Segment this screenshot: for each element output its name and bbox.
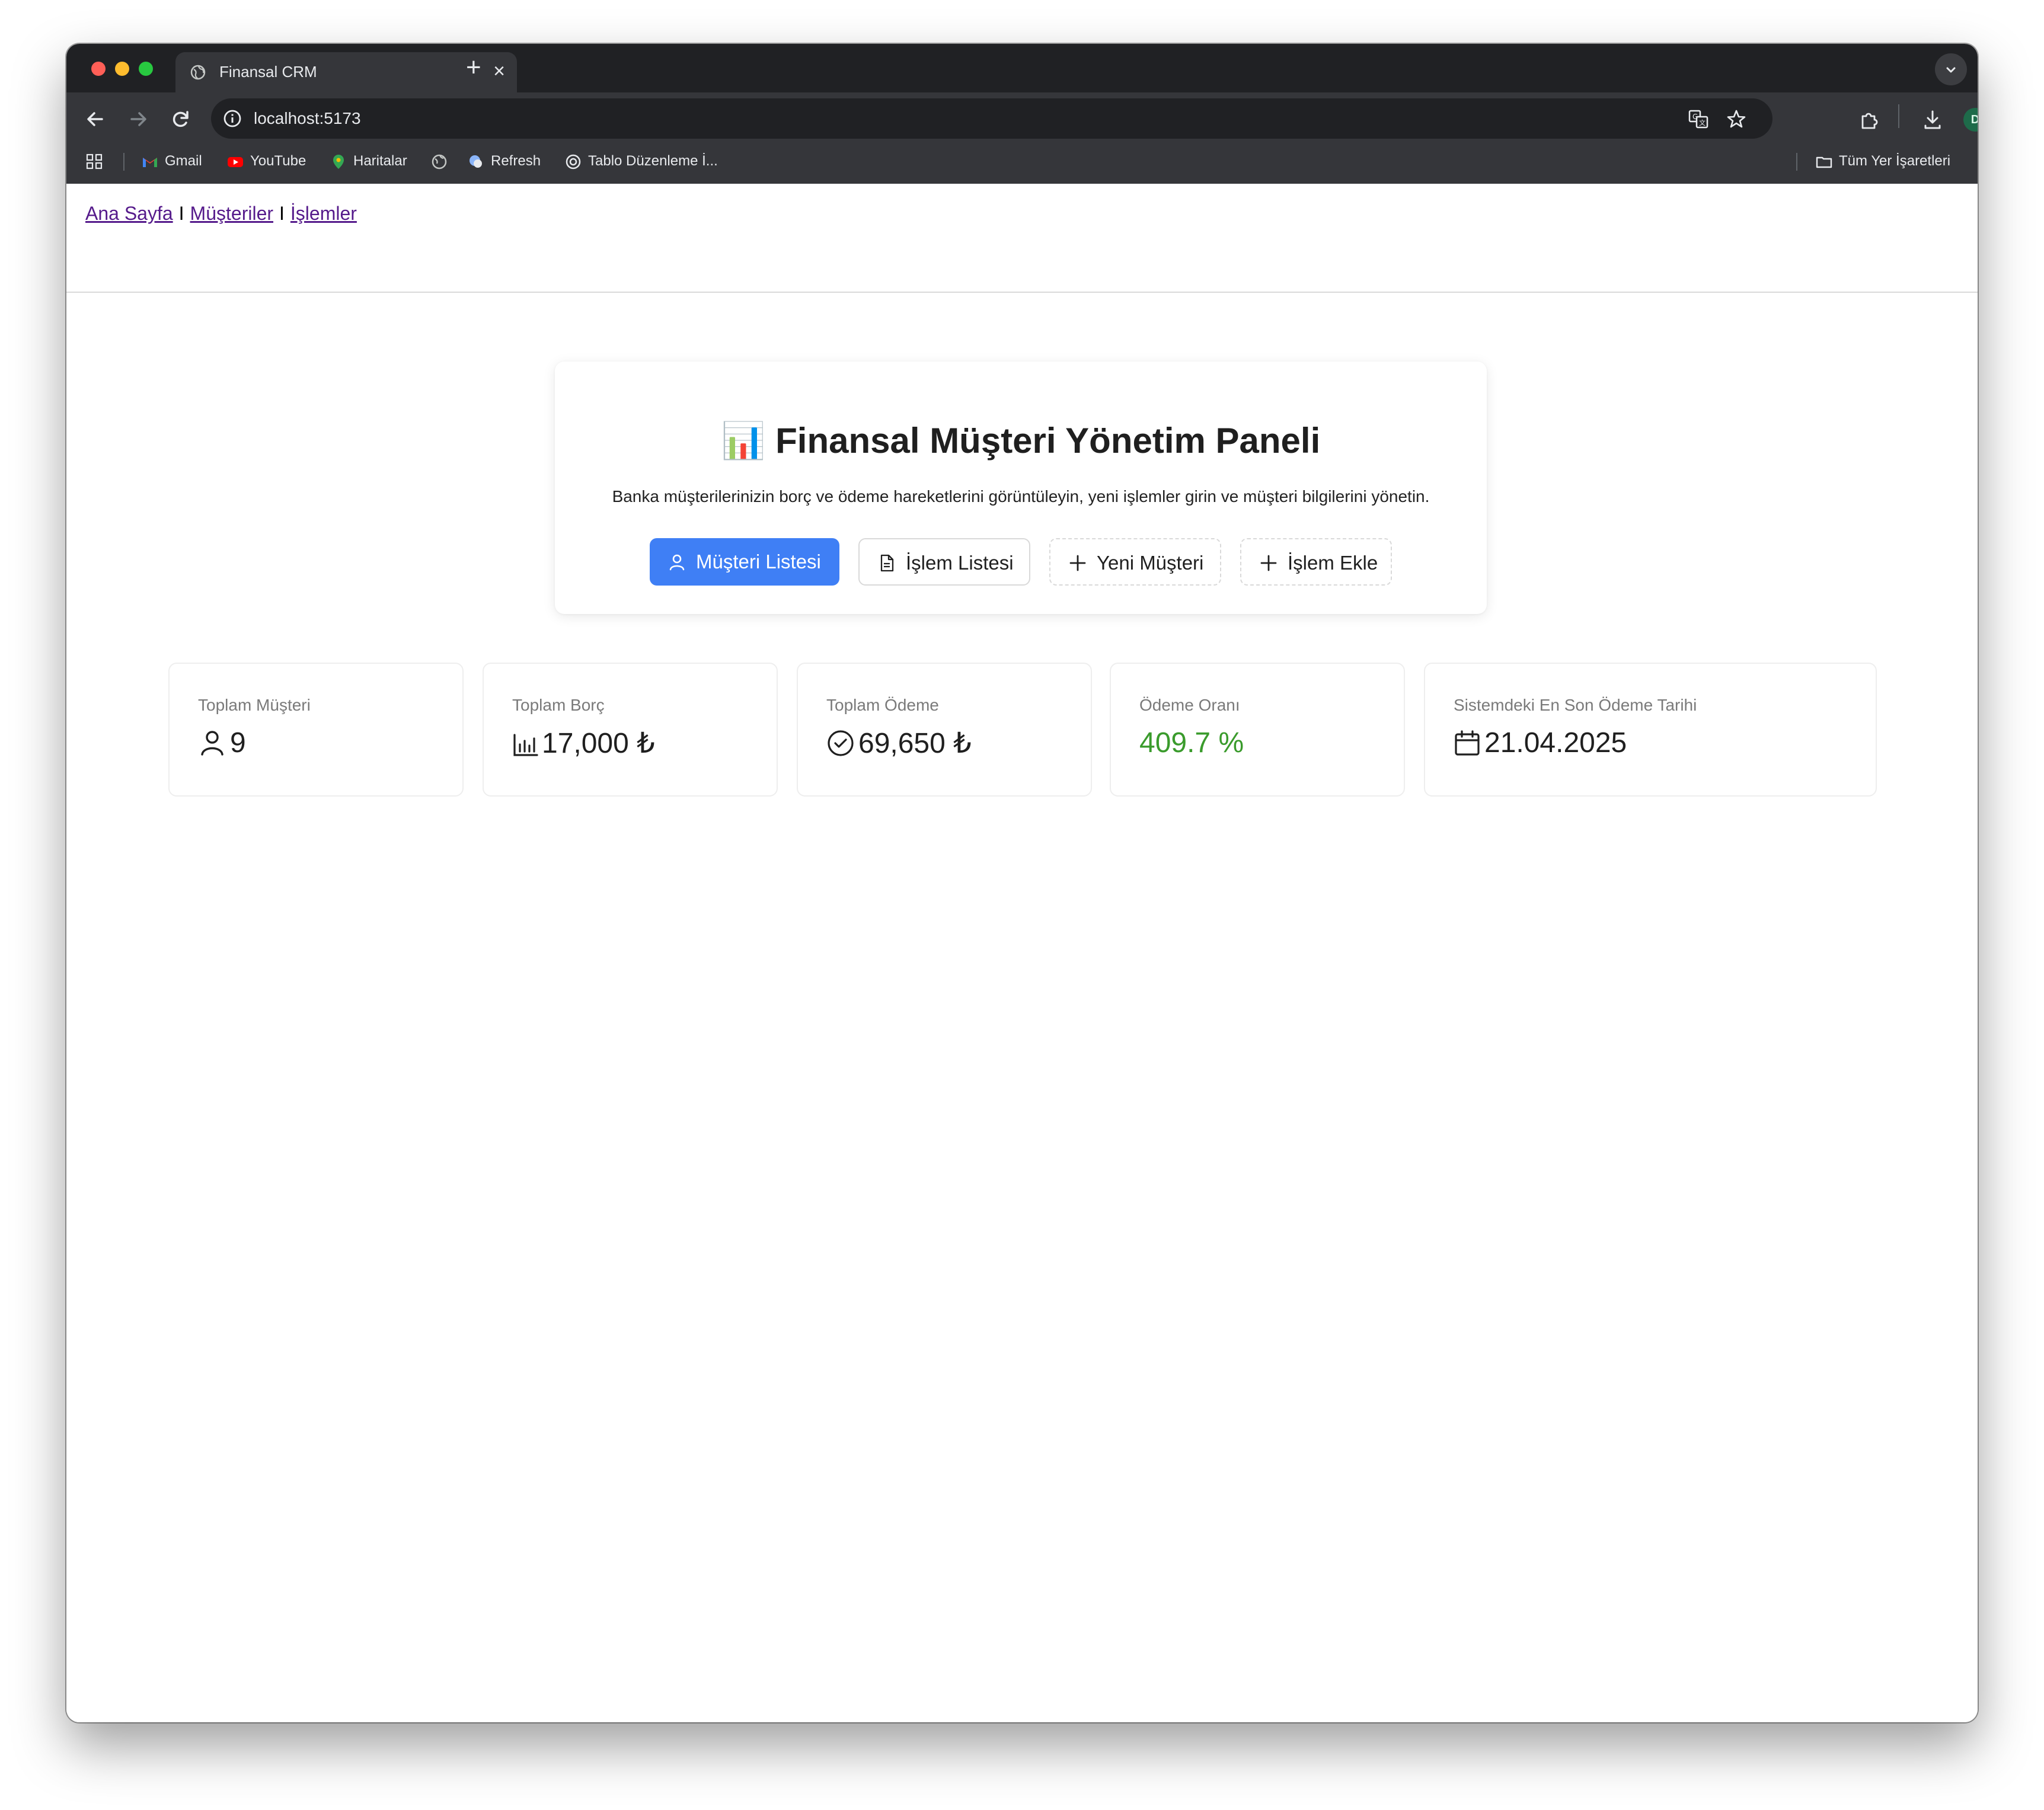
stat-value: 21.04.2025 (1454, 727, 1627, 759)
stat-label: Sistemdeki En Son Ödeme Tarihi (1454, 696, 1697, 714)
top-navigation: Ana Sayfa I Müşteriler I İşlemler (85, 203, 357, 225)
divider (66, 292, 1978, 293)
add-transaction-button[interactable]: İşlem Ekle (1240, 538, 1392, 586)
folder-icon (1816, 156, 1832, 168)
bookmark-tablo[interactable]: Tablo Düzenleme İ... (564, 151, 718, 172)
bookmarks-divider (123, 153, 124, 171)
page-title: 📊 Finansal Müşteri Yönetim Paneli (721, 421, 1321, 461)
profile-avatar[interactable]: D (1963, 108, 1978, 132)
chevron-down-icon (1946, 67, 1956, 73)
customer-list-button[interactable]: Müşteri Listesi (650, 538, 839, 586)
address-bar[interactable]: localhost:5173 G 文 (211, 98, 1772, 139)
bookmark-haritalar[interactable]: Haritalar (330, 151, 407, 172)
apps-grid-icon[interactable] (85, 151, 104, 172)
gmail-icon (143, 157, 157, 167)
maps-pin-icon (333, 154, 344, 169)
refresh-bookmark-icon (470, 155, 482, 168)
tab-title: Finansal CRM (219, 63, 317, 81)
stat-label: Toplam Müşteri (198, 696, 311, 714)
stat-value: 409.7 % (1139, 727, 1244, 759)
minimize-window-button[interactable] (115, 62, 129, 76)
globe-icon (432, 154, 447, 169)
user-icon (201, 731, 223, 756)
nav-separator: I (279, 203, 285, 224)
settings-circle-icon (566, 154, 581, 169)
globe-icon (190, 65, 206, 80)
browser-toolbar: localhost:5173 G 文 D Gmail YouTube Harit… (66, 92, 1978, 184)
nav-link-customers[interactable]: Müşteriler (190, 203, 273, 224)
user-icon (669, 554, 685, 571)
bookmarks-divider (1796, 153, 1797, 171)
svg-text:G: G (1692, 113, 1698, 121)
download-icon[interactable] (1921, 108, 1944, 132)
star-icon[interactable] (1725, 108, 1748, 130)
stat-value: 9 (198, 727, 246, 759)
bookmark-gmail[interactable]: Gmail (141, 151, 202, 172)
reload-icon[interactable] (167, 105, 194, 133)
maximize-window-button[interactable] (139, 62, 153, 76)
page-subtitle: Banka müşterilerinizin borç ve ödeme har… (612, 487, 1430, 506)
bookmark-globe[interactable] (430, 151, 454, 172)
bookmark-label: Tablo Düzenleme İ... (588, 153, 718, 169)
bookmark-refresh[interactable]: Refresh (467, 151, 541, 172)
site-info-icon[interactable] (222, 108, 243, 129)
stat-value: 69,650 ₺ (826, 727, 972, 760)
youtube-icon (228, 156, 243, 167)
bookmark-label: Refresh (491, 153, 541, 169)
transaction-list-button[interactable]: İşlem Listesi (858, 538, 1030, 586)
bookmark-youtube[interactable]: YouTube (226, 151, 306, 172)
stat-card-total-debt: Toplam Borç 17,000 ₺ (483, 663, 778, 797)
document-icon (880, 554, 894, 572)
stat-label: Toplam Ödeme (826, 696, 939, 714)
stat-label: Toplam Borç (512, 696, 605, 714)
bar-chart-icon (513, 734, 538, 756)
new-tab-button[interactable]: + (466, 51, 481, 84)
nav-separator: I (178, 203, 184, 224)
stat-card-payment-rate: Ödeme Oranı 409.7 % (1110, 663, 1405, 797)
tab-search-button[interactable] (1935, 53, 1967, 85)
all-bookmarks-folder[interactable]: Tüm Yer İşaretleri (1815, 151, 1950, 172)
all-bookmarks-label: Tüm Yer İşaretleri (1839, 153, 1951, 169)
page-content: Ana Sayfa I Müşteriler I İşlemler 📊 Finansal… (66, 184, 1978, 1722)
toolbar-divider (1898, 104, 1899, 128)
svg-text:文: 文 (1699, 119, 1706, 127)
forward-arrow-icon[interactable] (124, 105, 152, 133)
stat-label: Ödeme Oranı (1139, 696, 1240, 714)
title-bar: Finansal CRM × + (66, 44, 1978, 92)
bookmark-label: Gmail (165, 153, 202, 169)
bookmark-label: YouTube (250, 153, 306, 169)
stat-card-last-payment-date: Sistemdeki En Son Ödeme Tarihi 21.04.202… (1424, 663, 1877, 797)
back-arrow-icon[interactable] (82, 105, 109, 133)
close-window-button[interactable] (91, 62, 106, 76)
bookmark-label: Haritalar (353, 153, 407, 169)
url-text: localhost:5173 (254, 109, 361, 127)
hero-card: 📊 Finansal Müşteri Yönetim Paneli Banka … (555, 362, 1487, 614)
nav-link-home[interactable]: Ana Sayfa (85, 203, 173, 224)
nav-link-transactions[interactable]: İşlemler (290, 203, 357, 224)
check-circle-icon (828, 730, 854, 756)
calendar-icon (1455, 730, 1480, 756)
stat-value: 17,000 ₺ (512, 727, 655, 760)
new-customer-button[interactable]: Yeni Müşteri (1049, 538, 1221, 586)
plus-icon (1069, 555, 1086, 571)
close-tab-icon[interactable]: × (493, 60, 505, 82)
translate-icon[interactable]: G 文 (1687, 108, 1710, 130)
browser-window: Finansal CRM × + localhost:5173 G 文 D Gm… (66, 44, 1978, 1722)
extensions-icon[interactable] (1858, 108, 1882, 132)
stat-card-total-customers: Toplam Müşteri 9 (168, 663, 464, 797)
plus-icon (1260, 555, 1277, 571)
stat-card-total-payment: Toplam Ödeme 69,650 ₺ (797, 663, 1092, 797)
chart-emoji: 📊 (721, 421, 766, 461)
